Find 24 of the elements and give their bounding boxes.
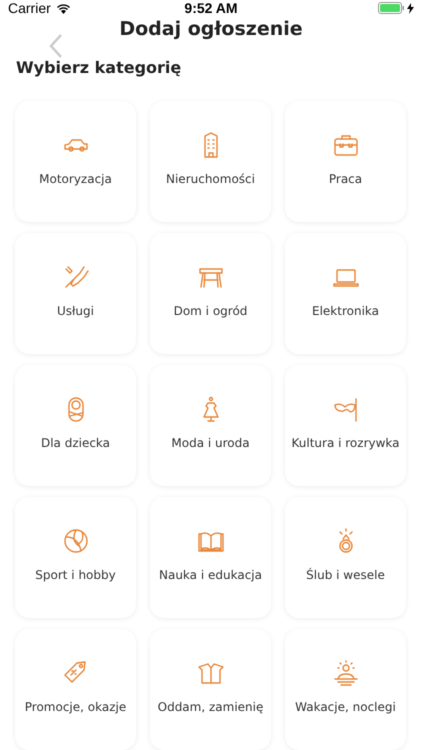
category-card[interactable]: Promocje, okazje: [15, 629, 136, 750]
battery-icon: [378, 2, 405, 14]
category-card[interactable]: Usługi: [15, 233, 136, 354]
category-card[interactable]: Moda i uroda: [150, 365, 271, 486]
category-card[interactable]: Praca: [285, 101, 406, 222]
category-card[interactable]: Ślub i wesele: [285, 497, 406, 618]
carrier-label: Carrier: [8, 0, 51, 16]
status-time: 9:52 AM: [184, 0, 238, 16]
page-title: Dodaj ogłoszenie: [119, 18, 303, 40]
sunset-icon: [332, 659, 360, 687]
category-card[interactable]: Dom i ogród: [150, 233, 271, 354]
wifi-icon: [56, 2, 71, 14]
category-card[interactable]: Nauka i edukacja: [150, 497, 271, 618]
category-card[interactable]: Nieruchomości: [150, 101, 271, 222]
category-card[interactable]: Dla dziecka: [15, 365, 136, 486]
category-card[interactable]: Oddam, zamienię: [150, 629, 271, 750]
category-card[interactable]: Sport i hobby: [15, 497, 136, 618]
category-card[interactable]: Kultura i rozrywka: [285, 365, 406, 486]
ball-icon: [62, 527, 90, 555]
category-card[interactable]: Wakacje, noclegi: [285, 629, 406, 750]
section-title: Wybierz kategorię: [16, 58, 182, 77]
back-button[interactable]: [48, 33, 64, 59]
category-card[interactable]: Elektronika: [285, 233, 406, 354]
category-card[interactable]: Motoryzacja: [15, 101, 136, 222]
